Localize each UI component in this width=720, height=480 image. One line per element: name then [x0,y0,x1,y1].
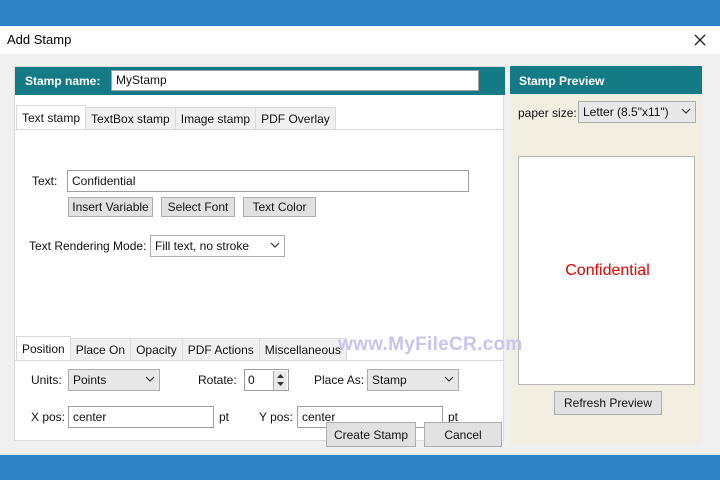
tab-pdf-actions[interactable]: PDF Actions [181,338,260,360]
stamp-type-tabs: Text stamp TextBox stamp Image stamp PDF… [16,105,336,129]
create-stamp-button[interactable]: Create Stamp [326,422,416,447]
place-as-value: Stamp [372,373,407,387]
paper-size-select[interactable]: Letter (8.5"x11") [578,101,696,123]
rendering-mode-label: Text Rendering Mode: [29,239,147,253]
paper-size-label: paper size: [518,106,577,120]
tab-opacity[interactable]: Opacity [130,338,183,360]
window-title: Add Stamp [7,32,72,47]
rendering-mode-value: Fill text, no stroke [155,239,250,253]
chevron-down-icon [681,108,691,114]
select-font-button[interactable]: Select Font [161,197,235,217]
preview-stamp-text: Confidential [565,262,650,279]
preview-page: Confidential [518,156,695,385]
close-icon [694,34,706,46]
insert-variable-button[interactable]: Insert Variable [68,197,153,217]
tab-place-on[interactable]: Place On [69,338,132,360]
stamp-name-label: Stamp name: [25,74,101,88]
units-select[interactable]: Points [68,369,160,391]
text-color-button[interactable]: Text Color [243,197,316,217]
tab-position[interactable]: Position [16,336,71,360]
xpos-label: X pos: [31,410,66,424]
chevron-down-icon [145,376,155,382]
units-label: Units: [31,373,62,387]
units-value: Points [73,373,107,387]
stamp-preview-panel: Stamp Preview paper size: Letter (8.5"x1… [510,66,702,444]
chevron-down-icon [270,242,280,248]
tab-image-stamp[interactable]: Image stamp [174,107,257,129]
rotate-spinner[interactable]: 0 [244,369,289,391]
close-button[interactable] [680,26,720,54]
site-watermark: www.MyFileCR.com [338,334,523,355]
add-stamp-dialog: Add Stamp Stamp name: MyStamp Text stamp… [0,26,720,455]
chevron-down-icon [444,376,454,382]
stamp-settings-panel: Stamp name: MyStamp Text stamp TextBox s… [14,66,505,441]
rendering-mode-select[interactable]: Fill text, no stroke [150,235,285,257]
spinner-up-down-icon [277,374,284,386]
text-label: Text: [32,174,58,188]
title-bar: Add Stamp [0,26,720,54]
ypos-label: Y pos: [259,410,293,424]
position-tab-divider [15,360,503,361]
tab-pdf-overlay[interactable]: PDF Overlay [255,107,336,129]
xpos-input[interactable]: center [68,406,214,428]
place-as-label: Place As: [314,373,365,387]
stamp-name-input[interactable]: MyStamp [111,70,479,91]
tab-divider [15,129,503,130]
tab-text-stamp[interactable]: Text stamp [16,105,87,129]
preview-title: Stamp Preview [519,74,605,88]
refresh-preview-button[interactable]: Refresh Preview [554,391,662,415]
stamp-text-input[interactable]: Confidential [67,170,469,192]
tab-textbox-stamp[interactable]: TextBox stamp [85,107,176,129]
xpos-unit: pt [219,410,230,424]
position-tabs: Position Place On Opacity PDF Actions Mi… [16,336,347,360]
rotate-value: 0 [248,373,255,387]
stamp-name-bar: Stamp name: MyStamp [15,67,505,95]
rotate-label: Rotate: [198,373,237,387]
paper-size-value: Letter (8.5"x11") [583,105,669,119]
preview-title-bar: Stamp Preview [510,66,702,94]
spinner-arrows[interactable] [273,371,287,390]
tab-miscellaneous[interactable]: Miscellaneous [258,338,347,360]
place-as-select[interactable]: Stamp [367,369,459,391]
cancel-button[interactable]: Cancel [424,422,502,447]
